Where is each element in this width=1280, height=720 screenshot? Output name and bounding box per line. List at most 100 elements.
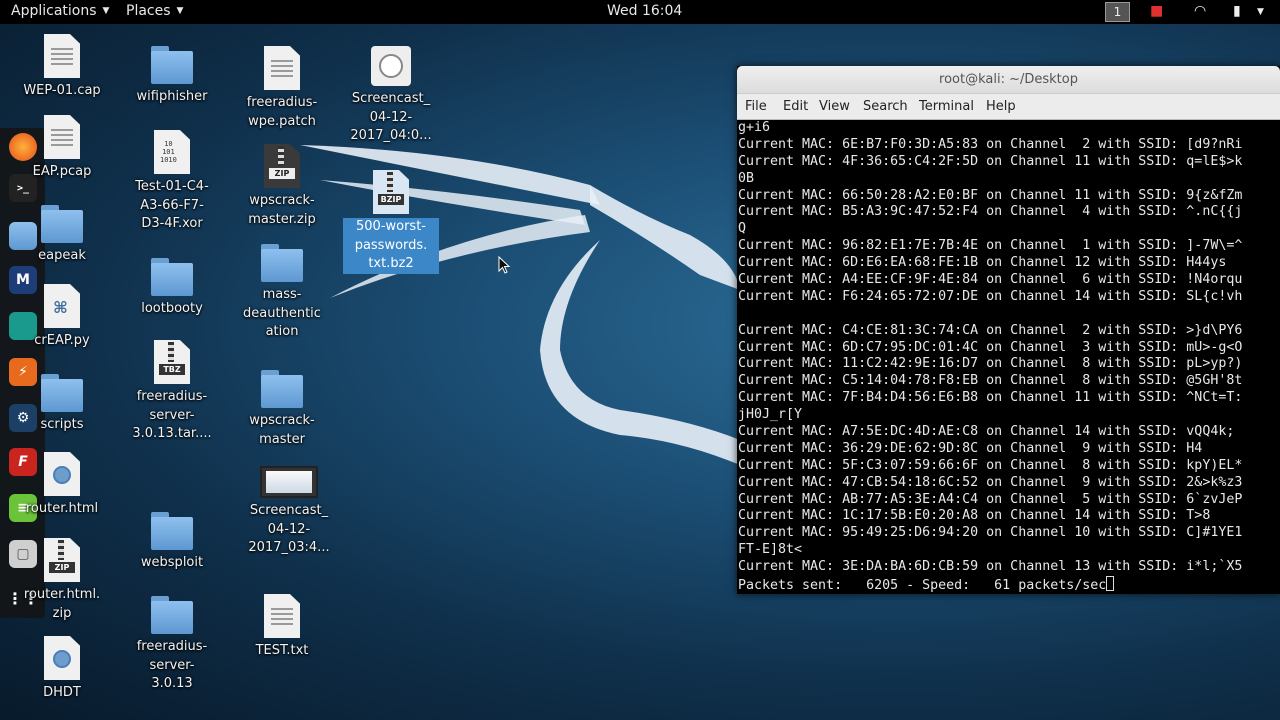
- desktop-file-router-zip[interactable]: ZIP router.html. zip: [14, 538, 110, 623]
- desktop-file-passwords-bz2[interactable]: BZIP 500-worst- passwords. txt.bz2: [343, 170, 439, 274]
- terminal-line: Current MAC: 11:C2:42:9E:16:D7 on Channe…: [738, 356, 1243, 372]
- desktop-folder-freeradius-server[interactable]: freeradius- server- 3.0.13: [124, 596, 220, 694]
- desktop-folder-websploit[interactable]: websploit: [124, 512, 220, 573]
- folder-icon: [151, 46, 193, 84]
- desktop-folder-wpscrack-master[interactable]: wpscrack- master: [234, 370, 330, 449]
- desktop-file-eap-pcap[interactable]: EAP.pcap: [14, 115, 110, 182]
- desktop-folder-scripts[interactable]: scripts: [14, 374, 110, 435]
- menu-help[interactable]: Help: [986, 99, 1016, 114]
- desktop-folder-mass-deauth[interactable]: mass- deauthentic ation: [234, 244, 330, 342]
- icon-label: mass- deauthentic ation: [243, 287, 321, 339]
- terminal-line: Current MAC: A7:5E:DC:4D:AE:C8 on Channe…: [738, 424, 1243, 440]
- terminal-line: Packets sent: 6205 - Speed: 61 packets/s…: [738, 576, 1280, 593]
- icon-label: WEP-01.cap: [23, 83, 101, 98]
- terminal-line: FT-E]8t<: [738, 542, 803, 558]
- folder-icon: [151, 258, 193, 296]
- icon-label: Screencast_ 04-12- 2017_04:0...: [350, 91, 432, 143]
- mouse-pointer-icon: [498, 256, 510, 274]
- terminal-line: Current MAC: F6:24:65:72:07:DE on Channe…: [738, 288, 1243, 304]
- desktop-file-creap[interactable]: ⌘ crEAP.py: [14, 284, 110, 351]
- bzip-archive-icon: BZIP: [373, 170, 409, 214]
- terminal-line: jH0J_r[Y: [738, 407, 803, 423]
- desktop-file-freeradius-tar[interactable]: TBZ freeradius- server- 3.0.13.tar....: [124, 340, 220, 444]
- applications-label: Applications: [11, 3, 97, 19]
- terminal-line: Current MAC: A4:EE:CF:9F:4E:84 on Channe…: [738, 272, 1243, 288]
- tbz-archive-icon: TBZ: [154, 340, 190, 384]
- terminal-line: Current MAC: 6D:C7:95:DC:01:4C on Channe…: [738, 339, 1243, 355]
- terminal-window[interactable]: root@kali: ~/Desktop File Edit View Sear…: [737, 66, 1280, 594]
- chevron-down-icon: ▼: [102, 6, 110, 16]
- top-panel: Applications ▼ Places ▼ Wed 16:04 1 ■ ◠ …: [0, 0, 1280, 24]
- menu-file[interactable]: File: [745, 99, 767, 114]
- terminal-line: Current MAC: 5F:C3:07:59:66:6F on Channe…: [738, 457, 1243, 473]
- zip-archive-icon: ZIP: [44, 538, 80, 582]
- desktop-file-test-txt[interactable]: TEST.txt: [234, 594, 330, 661]
- icon-label: crEAP.py: [34, 333, 90, 348]
- wifi-icon[interactable]: ◠: [1194, 3, 1206, 19]
- terminal-line: Current MAC: 6E:B7:F0:3D:A5:83 on Channe…: [738, 136, 1243, 152]
- desktop-file-test-xor[interactable]: 10 101 1010 Test-01-C4- A3-66-F7- D3-4F.xo…: [124, 130, 220, 234]
- folder-icon: [41, 374, 83, 412]
- cursor: [1106, 576, 1115, 592]
- icon-label: wpscrack- master: [249, 413, 315, 447]
- places-label: Places: [126, 3, 171, 19]
- desktop-file-wpscrack-zip[interactable]: ZIP wpscrack- master.zip: [234, 144, 330, 229]
- folder-icon: [151, 596, 193, 634]
- terminal-line: Current MAC: 6D:E6:EA:68:FE:1B on Channe…: [738, 255, 1227, 271]
- icon-label: wifiphisher: [136, 89, 208, 104]
- desktop-file-freeradius-patch[interactable]: freeradius- wpe.patch: [234, 46, 330, 131]
- folder-icon: [41, 205, 83, 243]
- desktop-folder-lootbooty[interactable]: lootbooty: [124, 258, 220, 319]
- icon-label: router.html. zip: [23, 587, 101, 621]
- desktop-file-screencast2[interactable]: Screencast_ 04-12- 2017_03:4...: [241, 466, 337, 558]
- chevron-down-icon[interactable]: ▼: [1257, 7, 1264, 17]
- workspace-indicator[interactable]: 1: [1105, 2, 1130, 22]
- icon-label: Screencast_ 04-12- 2017_03:4...: [248, 503, 330, 555]
- icon-label: wpscrack- master.zip: [248, 193, 316, 227]
- desktop-file-router-html[interactable]: router.html: [14, 452, 110, 519]
- desktop-file-screencast1[interactable]: Screencast_ 04-12- 2017_04:0...: [343, 46, 439, 146]
- menu-edit[interactable]: Edit: [783, 99, 808, 114]
- terminal-line: Current MAC: AB:77:A5:3E:A4:C4 on Channe…: [738, 491, 1243, 507]
- html-file-icon: [44, 636, 80, 680]
- clock[interactable]: Wed 16:04: [607, 3, 682, 19]
- video-file-icon: [260, 466, 318, 498]
- terminal-titlebar[interactable]: root@kali: ~/Desktop: [737, 66, 1280, 94]
- battery-icon[interactable]: ▮: [1233, 3, 1241, 19]
- icon-label: 500-worst- passwords. txt.bz2: [343, 218, 439, 274]
- terminal-line: Current MAC: C4:CE:81:3C:74:CA on Channe…: [738, 322, 1243, 338]
- icon-label: freeradius- wpe.patch: [246, 95, 318, 129]
- desktop-folder-wifiphisher[interactable]: wifiphisher: [124, 46, 220, 107]
- document-icon: [44, 34, 80, 78]
- zip-archive-icon: ZIP: [264, 144, 300, 188]
- folder-icon: [261, 370, 303, 408]
- menu-search[interactable]: Search: [863, 99, 908, 114]
- terminal-line: Current MAC: 1C:17:5B:E0:20:A8 on Channe…: [738, 508, 1211, 524]
- desktop-file-wep01[interactable]: WEP-01.cap: [14, 34, 110, 101]
- terminal-line: Current MAC: 47:CB:54:18:6C:52 on Channe…: [738, 474, 1243, 490]
- python-file-icon: ⌘: [44, 284, 80, 328]
- document-icon: [44, 115, 80, 159]
- places-menu[interactable]: Places ▼: [126, 3, 183, 19]
- icon-label: router.html: [25, 501, 99, 516]
- document-icon: [264, 594, 300, 638]
- applications-menu[interactable]: Applications ▼: [11, 3, 109, 19]
- html-file-icon: [44, 452, 80, 496]
- chevron-down-icon: ▼: [176, 6, 184, 16]
- menu-view[interactable]: View: [819, 99, 850, 114]
- terminal-line: Current MAC: 96:82:E1:7E:7B:4E on Channe…: [738, 238, 1243, 254]
- menu-terminal[interactable]: Terminal: [919, 99, 974, 114]
- icon-label: freeradius- server- 3.0.13: [136, 639, 208, 691]
- desktop-file-dhdt[interactable]: DHDT: [14, 636, 110, 703]
- desktop-folder-eapeak[interactable]: eapeak: [14, 205, 110, 266]
- icon-label: scripts: [40, 417, 84, 432]
- icon-label: websploit: [140, 555, 204, 570]
- icon-label: EAP.pcap: [32, 164, 92, 179]
- terminal-output[interactable]: g+i6 Current MAC: 6E:B7:F0:3D:A5:83 on Ch…: [738, 120, 1280, 594]
- icon-label: lootbooty: [141, 301, 203, 316]
- terminal-line: Current MAC: 95:49:25:D6:94:20 on Channe…: [738, 525, 1243, 541]
- terminal-menubar: File Edit View Search Terminal Help: [737, 94, 1280, 120]
- recording-icon[interactable]: ■: [1150, 3, 1163, 19]
- terminal-line: 0B: [738, 170, 755, 186]
